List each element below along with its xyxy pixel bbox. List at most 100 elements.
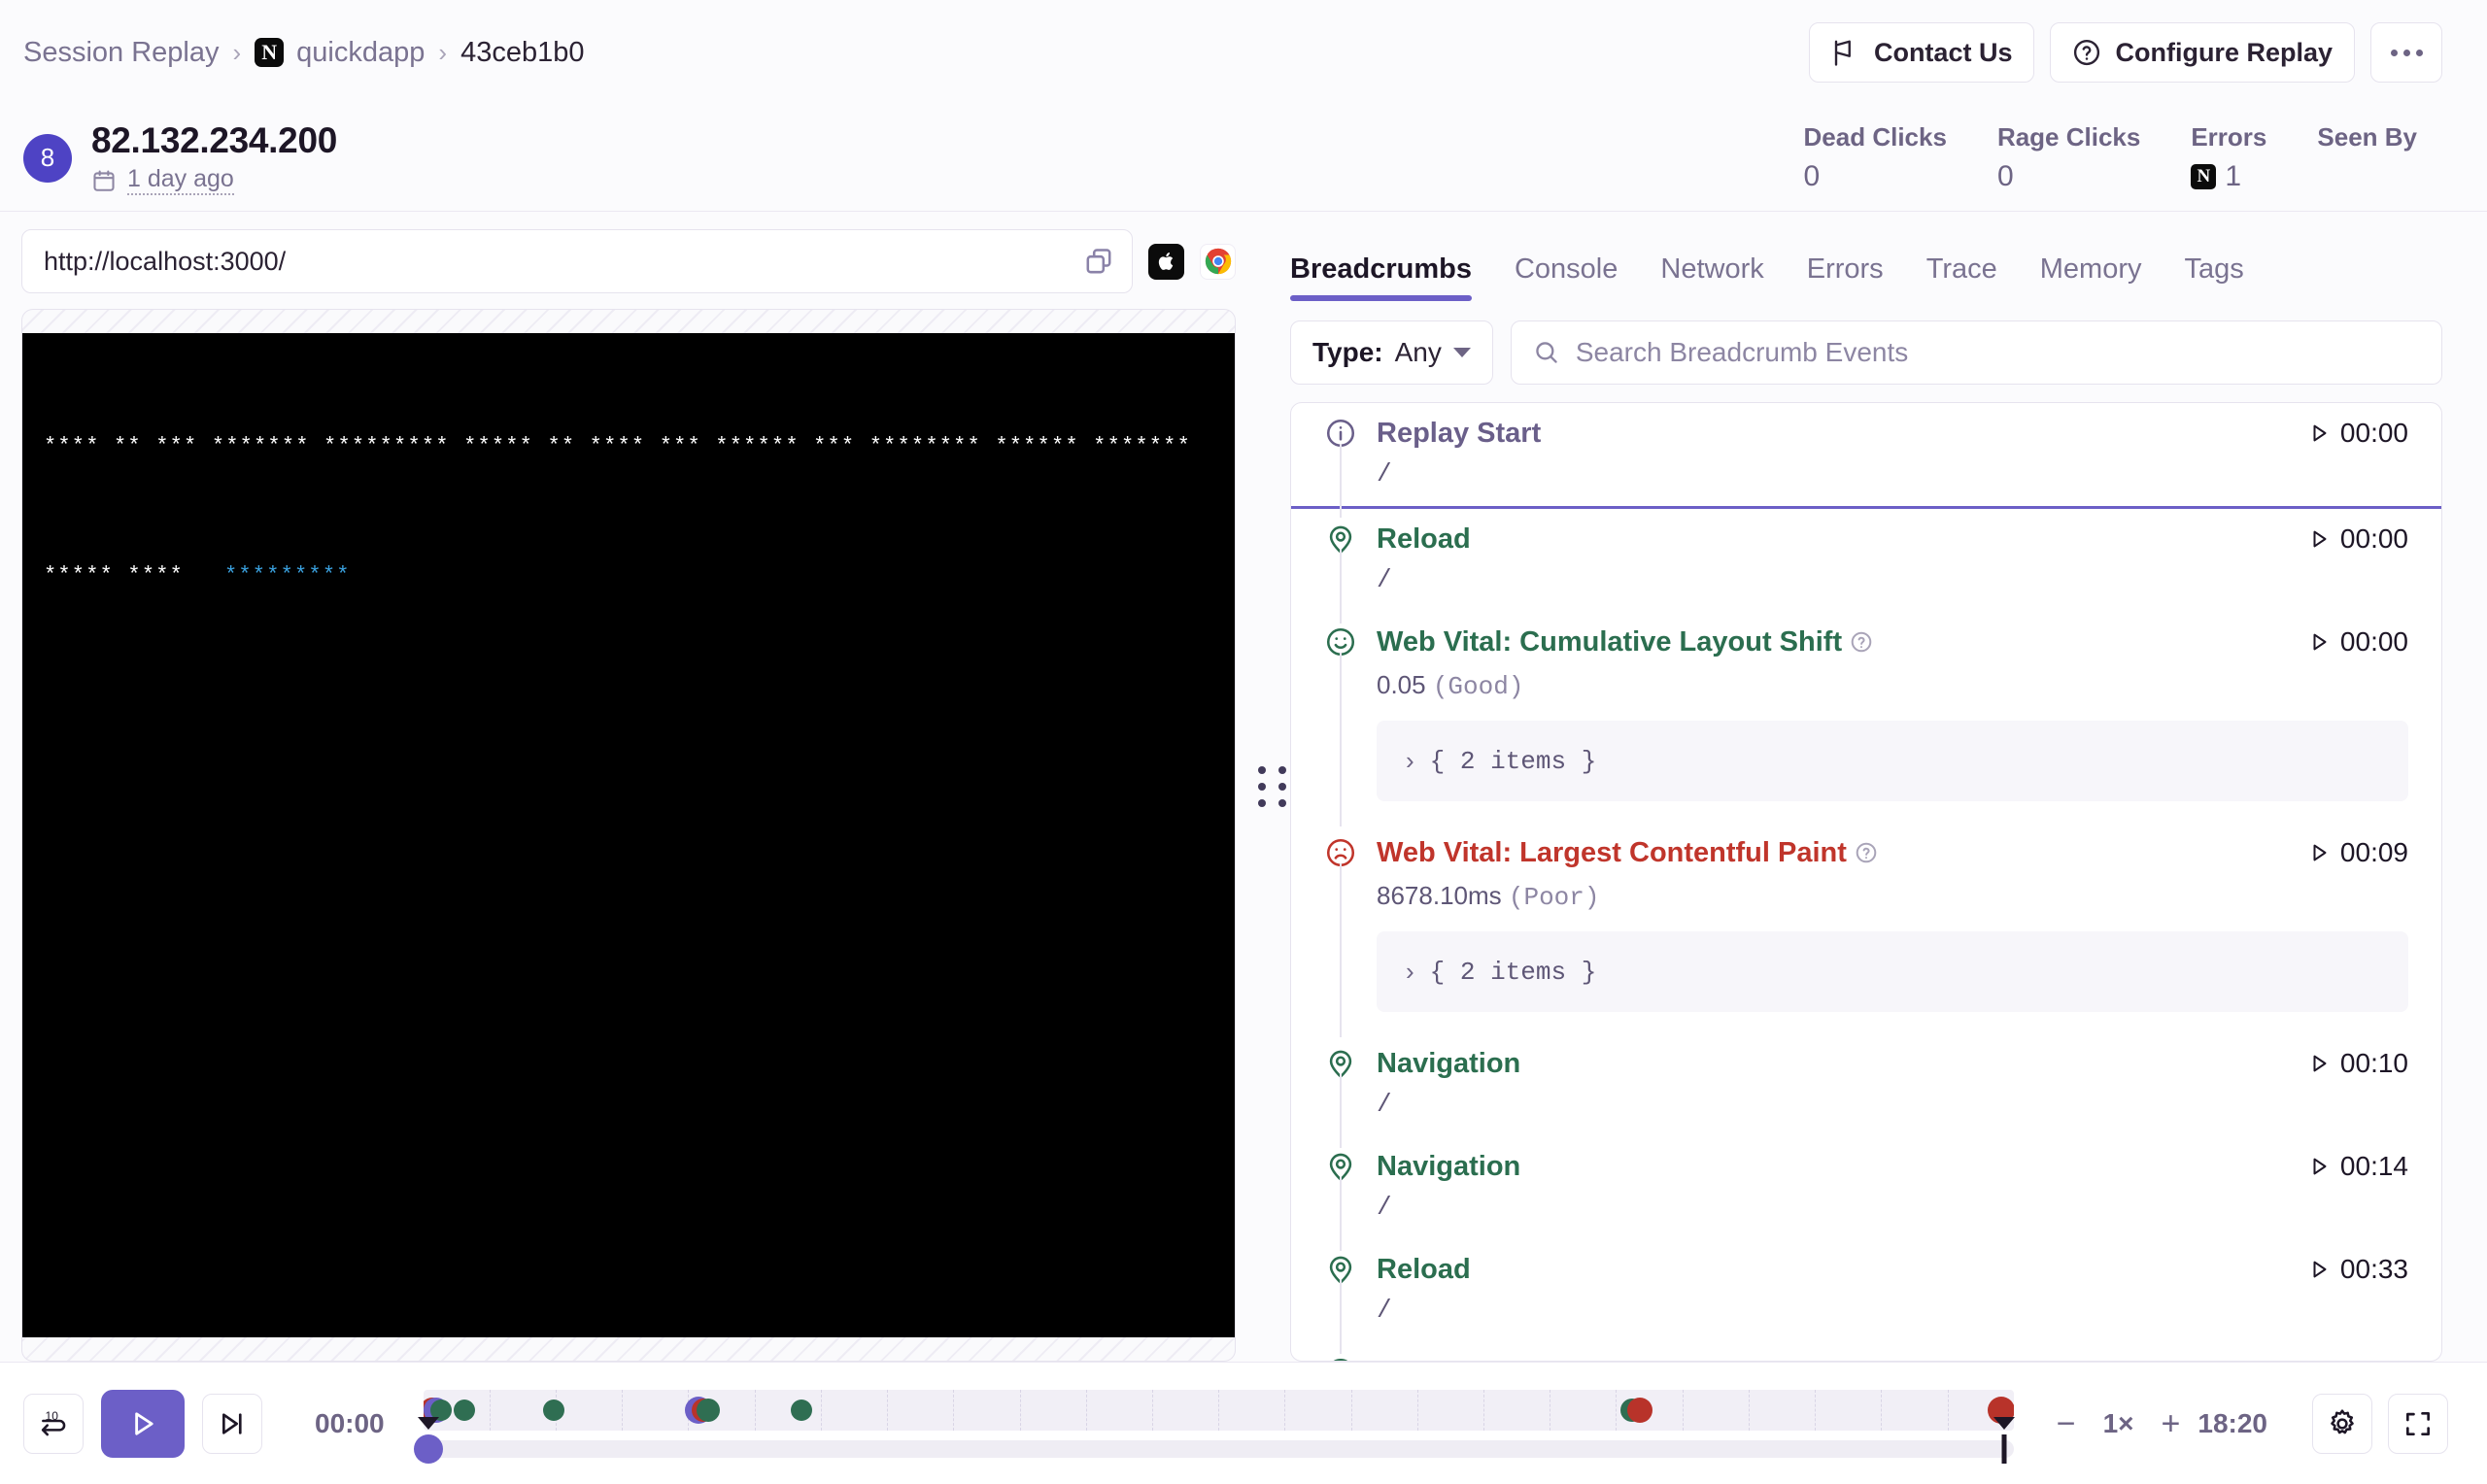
breadcrumb-event-row[interactable]: Navigation 00:14 / — [1291, 1136, 2441, 1251]
breadcrumb-event-row[interactable]: Replay Start 00:00 / — [1291, 403, 2441, 518]
breadcrumb-event-items[interactable]: › { 2 items } — [1377, 931, 2408, 1012]
breadcrumb-event-title: Web Vital: Largest Contentful Paint — [1377, 837, 1878, 869]
timeline-tick — [1881, 1389, 1883, 1431]
breadcrumb-event-row[interactable]: Web Vital: Cumulative Layout Shift 00:33 — [1291, 1342, 2441, 1363]
breadcrumb-event-time[interactable]: 00:33 — [2307, 1254, 2408, 1285]
tab-memory[interactable]: Memory — [2040, 253, 2142, 301]
tab-network[interactable]: Network — [1660, 253, 1763, 301]
play-button[interactable] — [101, 1389, 185, 1458]
timeline-tick — [1218, 1389, 1220, 1431]
breadcrumb-event-title: Web Vital: Cumulative Layout Shift — [1377, 626, 1873, 658]
contact-us-button[interactable]: Contact Us — [1808, 22, 2035, 83]
breadcrumb-event-items-count: { 2 items } — [1429, 746, 1597, 776]
help-icon[interactable] — [1850, 630, 1873, 654]
speed-increase-button[interactable]: + — [2162, 1407, 2181, 1440]
fullscreen-button[interactable] — [2388, 1393, 2448, 1454]
rewind-10-button[interactable]: 10 — [23, 1393, 84, 1454]
grip-dot — [1257, 783, 1266, 791]
expand-chevron-icon[interactable]: › — [1406, 746, 1414, 776]
play-from-here-icon[interactable] — [2307, 526, 2331, 552]
play-from-here-icon[interactable] — [2307, 1360, 2331, 1362]
copy-icon[interactable] — [1083, 246, 1114, 277]
breadcrumb-event-time[interactable]: 00:10 — [2307, 1048, 2408, 1079]
timeline[interactable] — [402, 1389, 2033, 1464]
type-filter-dropdown[interactable]: Type: Any — [1290, 320, 1493, 385]
stat-rage-clicks-value: 0 — [1996, 160, 2014, 192]
play-from-here-icon[interactable] — [2307, 1154, 2331, 1179]
play-from-here-icon[interactable] — [2307, 629, 2331, 655]
timeline-event-marker[interactable] — [1627, 1397, 1652, 1423]
tab-trace[interactable]: Trace — [1926, 253, 1997, 301]
breadcrumb-list[interactable]: Replay Start 00:00 / Reload 00:00 / Web … — [1290, 402, 2442, 1362]
pane-resize-handle[interactable] — [1253, 212, 1290, 1362]
play-from-here-icon[interactable] — [2307, 421, 2331, 446]
configure-replay-label: Configure Replay — [2115, 37, 2333, 67]
play-from-here-icon[interactable] — [2307, 1257, 2331, 1282]
next-event-button[interactable] — [202, 1393, 262, 1454]
breadcrumb-event-row[interactable]: Reload 00:00 / — [1291, 509, 2441, 624]
playhead-knob[interactable] — [413, 1433, 443, 1464]
replay-url-box[interactable]: http://localhost:3000/ — [21, 229, 1133, 293]
breadcrumb-event-time[interactable]: 00:00 — [2307, 523, 2408, 555]
breadcrumb-event-body: / — [1324, 444, 2408, 518]
breadcrumb-event-body: / — [1324, 1074, 2408, 1148]
breadcrumb-event-row[interactable]: Reload 00:33 / — [1291, 1239, 2441, 1354]
breadcrumb-replay-id: 43ceb1b0 — [460, 36, 585, 68]
replay-viewport[interactable]: **** ** *** ******* ********* ***** ** *… — [21, 309, 1236, 1362]
play-icon — [135, 1411, 153, 1435]
timeline-ticks[interactable] — [423, 1389, 2014, 1431]
breadcrumb-event-time[interactable]: 00:09 — [2307, 837, 2408, 868]
breadcrumb-search-box[interactable]: Search Breadcrumb Events — [1510, 320, 2442, 385]
speed-decrease-button[interactable]: − — [2057, 1407, 2076, 1440]
tab-tags[interactable]: Tags — [2184, 253, 2243, 301]
tab-console[interactable]: Console — [1515, 253, 1618, 301]
configure-replay-button[interactable]: Configure Replay — [2050, 22, 2355, 83]
timeline-tick — [1616, 1389, 1618, 1431]
timeline-event-marker[interactable] — [454, 1399, 476, 1421]
breadcrumb-event-title: Navigation — [1377, 1047, 1521, 1079]
tab-errors[interactable]: Errors — [1807, 253, 1884, 301]
breadcrumb-event-time[interactable]: 00:33 — [2307, 1357, 2408, 1362]
breadcrumb-event-row[interactable]: Web Vital: Largest Contentful Paint 00:0… — [1291, 823, 2441, 1037]
breadcrumb-event-url: / — [1377, 1193, 1392, 1222]
play-from-here-icon[interactable] — [2307, 840, 2331, 865]
stat-errors-value-wrap: N 1 — [2191, 160, 2266, 193]
more-options-button[interactable] — [2370, 22, 2442, 83]
grip-dot — [1278, 766, 1286, 774]
timeline-event-marker[interactable] — [696, 1398, 720, 1422]
breadcrumb-event-row[interactable]: Web Vital: Cumulative Layout Shift 00:00… — [1291, 612, 2441, 826]
timeline-scrubber[interactable] — [413, 1416, 2015, 1464]
breadcrumb-event-time[interactable]: 00:00 — [2307, 418, 2408, 449]
breadcrumb-event-time[interactable]: 00:00 — [2307, 626, 2408, 658]
gear-icon — [2331, 1408, 2354, 1433]
breadcrumb-event-body: 8678.10ms (Poor) › { 2 items } — [1324, 863, 2408, 1037]
total-time-label: 18:20 — [2197, 1407, 2267, 1438]
breadcrumb-session-replay[interactable]: Session Replay — [23, 37, 220, 69]
help-icon[interactable] — [1855, 841, 1878, 864]
session-time-ago: 1 day ago — [127, 165, 234, 195]
breadcrumb-project[interactable]: N quickdapp — [255, 37, 425, 69]
stat-seen-by: Seen By — [2292, 122, 2442, 160]
breadcrumb-event-timestamp: 00:14 — [2339, 1151, 2408, 1181]
timeline-tick — [1151, 1389, 1153, 1431]
timeline-event-marker[interactable] — [542, 1399, 564, 1421]
session-count-badge: 8 — [23, 133, 72, 183]
tab-breadcrumbs[interactable]: Breadcrumbs — [1290, 253, 1472, 301]
breadcrumb-event-header: Reload 00:00 — [1324, 523, 2408, 556]
fullscreen-icon — [2406, 1411, 2430, 1435]
session-timestamp[interactable]: 1 day ago — [91, 165, 337, 195]
breadcrumb-event-time[interactable]: 00:14 — [2307, 1151, 2408, 1182]
play-from-here-icon[interactable] — [2307, 1051, 2331, 1076]
expand-chevron-icon[interactable]: › — [1406, 957, 1414, 987]
breadcrumb-event-items[interactable]: › { 2 items } — [1377, 721, 2408, 801]
search-icon — [1536, 342, 1557, 363]
breadcrumb-event-title: Navigation — [1377, 1150, 1521, 1182]
timeline-event-marker[interactable] — [791, 1399, 813, 1421]
help-icon[interactable] — [1850, 1361, 1873, 1363]
grip-dot — [1257, 766, 1266, 774]
timeline-end-marker — [2001, 1433, 2007, 1464]
project-logo-icon: N — [255, 38, 285, 67]
settings-button[interactable] — [2312, 1393, 2372, 1454]
apple-icon — [1148, 243, 1184, 280]
breadcrumb-event-row[interactable]: Navigation 00:10 / — [1291, 1033, 2441, 1148]
